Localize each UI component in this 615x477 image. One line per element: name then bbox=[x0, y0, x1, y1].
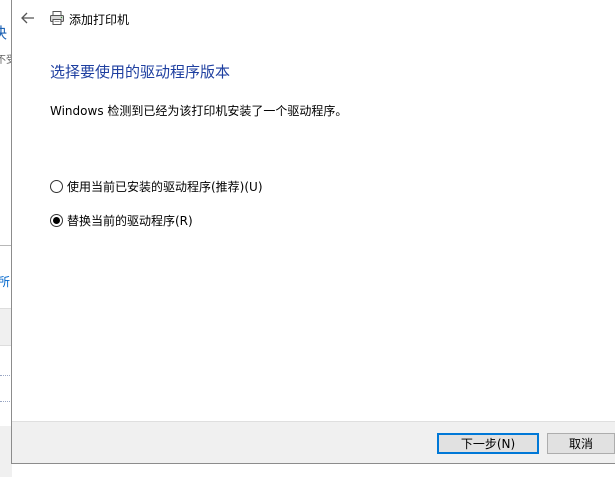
background-link-fragment[interactable]: 所 bbox=[0, 273, 10, 290]
radio-use-current-driver[interactable]: 使用当前已安装的驱动程序(推荐)(U) bbox=[50, 177, 263, 195]
radio-button-checked[interactable] bbox=[50, 213, 63, 227]
arrow-left-icon bbox=[21, 12, 34, 24]
radio-label: 使用当前已安装的驱动程序(推荐)(U) bbox=[67, 179, 263, 194]
radio-label: 替换当前的驱动程序(R) bbox=[67, 213, 193, 228]
window-title: 添加打印机 bbox=[69, 13, 130, 27]
back-button[interactable] bbox=[16, 6, 40, 30]
next-button[interactable]: 下一步(N) bbox=[437, 433, 539, 454]
dialog-footer: 下一步(N) 取消 bbox=[12, 421, 615, 463]
radio-button-unchecked[interactable] bbox=[50, 179, 63, 193]
page-description: Windows 检测到已经为该打印机安装了一个驱动程序。 bbox=[50, 104, 348, 118]
dialog-header: 添加打印机 bbox=[12, 0, 615, 36]
radio-replace-driver[interactable]: 替换当前的驱动程序(R) bbox=[50, 211, 193, 229]
background-title-fragment: 决 bbox=[0, 22, 7, 43]
cancel-button[interactable]: 取消 bbox=[547, 433, 615, 454]
add-printer-dialog: 添加打印机 选择要使用的驱动程序版本 Windows 检测到已经为该打印机安装了… bbox=[11, 0, 615, 464]
page-heading: 选择要使用的驱动程序版本 bbox=[50, 63, 231, 81]
printer-icon bbox=[50, 11, 64, 25]
